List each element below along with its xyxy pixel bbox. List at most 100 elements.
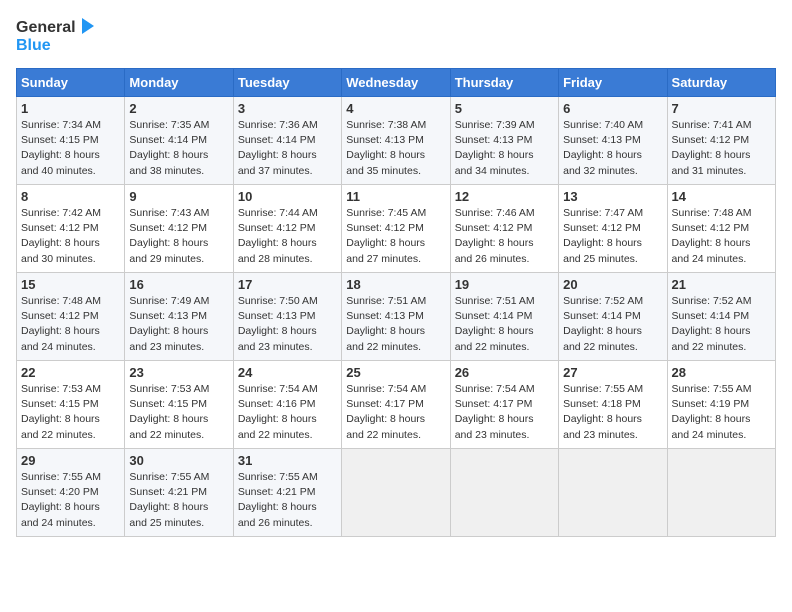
weekday-header: Wednesday	[342, 69, 450, 97]
calendar-cell: 22 Sunrise: 7:53 AMSunset: 4:15 PMDayligh…	[17, 361, 125, 449]
day-number: 3	[238, 101, 337, 116]
day-info: Sunrise: 7:52 AMSunset: 4:14 PMDaylight:…	[563, 294, 662, 355]
calendar-cell: 19 Sunrise: 7:51 AMSunset: 4:14 PMDayligh…	[450, 273, 558, 361]
calendar-cell: 2 Sunrise: 7:35 AMSunset: 4:14 PMDaylight…	[125, 97, 233, 185]
day-info: Sunrise: 7:55 AMSunset: 4:20 PMDaylight:…	[21, 470, 120, 531]
day-info: Sunrise: 7:53 AMSunset: 4:15 PMDaylight:…	[129, 382, 228, 443]
calendar-cell: 4 Sunrise: 7:38 AMSunset: 4:13 PMDaylight…	[342, 97, 450, 185]
calendar-week-row: 8 Sunrise: 7:42 AMSunset: 4:12 PMDaylight…	[17, 185, 776, 273]
day-info: Sunrise: 7:55 AMSunset: 4:18 PMDaylight:…	[563, 382, 662, 443]
calendar-cell: 6Sunrise: 7:40 AMSunset: 4:13 PMDaylight…	[559, 97, 667, 185]
day-info: Sunrise: 7:53 AMSunset: 4:15 PMDaylight:…	[21, 382, 120, 443]
day-info: Sunrise: 7:44 AMSunset: 4:12 PMDaylight:…	[238, 206, 337, 267]
calendar-cell: 5Sunrise: 7:39 AMSunset: 4:13 PMDaylight…	[450, 97, 558, 185]
day-number: 25	[346, 365, 445, 380]
day-info: Sunrise: 7:55 AMSunset: 4:21 PMDaylight:…	[129, 470, 228, 531]
calendar-cell: 28 Sunrise: 7:55 AMSunset: 4:19 PMDayligh…	[667, 361, 775, 449]
day-info: Sunrise: 7:55 AMSunset: 4:19 PMDaylight:…	[672, 382, 771, 443]
day-number: 31	[238, 453, 337, 468]
calendar-week-row: 29 Sunrise: 7:55 AMSunset: 4:20 PMDayligh…	[17, 449, 776, 537]
logo: GeneralBlue	[16, 16, 96, 56]
day-number: 29	[21, 453, 120, 468]
day-number: 4	[346, 101, 445, 116]
day-info: Sunrise: 7:47 AMSunset: 4:12 PMDaylight:…	[563, 206, 662, 267]
day-number: 23	[129, 365, 228, 380]
day-number: 22	[21, 365, 120, 380]
calendar-cell: 14 Sunrise: 7:48 AMSunset: 4:12 PMDayligh…	[667, 185, 775, 273]
calendar-header: SundayMondayTuesdayWednesdayThursdayFrid…	[17, 69, 776, 97]
day-info: Sunrise: 7:43 AMSunset: 4:12 PMDaylight:…	[129, 206, 228, 267]
day-info: Sunrise: 7:42 AMSunset: 4:12 PMDaylight:…	[21, 206, 120, 267]
calendar-week-row: 1 Sunrise: 7:34 AMSunset: 4:15 PMDaylight…	[17, 97, 776, 185]
calendar-body: 1 Sunrise: 7:34 AMSunset: 4:15 PMDaylight…	[17, 97, 776, 537]
day-number: 14	[672, 189, 771, 204]
day-info: Sunrise: 7:52 AMSunset: 4:14 PMDaylight:…	[672, 294, 771, 355]
calendar-cell: 13 Sunrise: 7:47 AMSunset: 4:12 PMDayligh…	[559, 185, 667, 273]
calendar-cell: 18 Sunrise: 7:51 AMSunset: 4:13 PMDayligh…	[342, 273, 450, 361]
day-info: Sunrise: 7:50 AMSunset: 4:13 PMDaylight:…	[238, 294, 337, 355]
day-number: 2	[129, 101, 228, 116]
day-info: Sunrise: 7:35 AMSunset: 4:14 PMDaylight:…	[129, 118, 228, 179]
day-info: Sunrise: 7:34 AMSunset: 4:15 PMDaylight:…	[21, 118, 120, 179]
day-info: Sunrise: 7:49 AMSunset: 4:13 PMDaylight:…	[129, 294, 228, 355]
day-number: 21	[672, 277, 771, 292]
page-header: GeneralBlue	[16, 16, 776, 56]
calendar-cell: 23 Sunrise: 7:53 AMSunset: 4:15 PMDayligh…	[125, 361, 233, 449]
calendar-cell: 16Sunrise: 7:49 AMSunset: 4:13 PMDayligh…	[125, 273, 233, 361]
calendar-week-row: 15Sunrise: 7:48 AMSunset: 4:12 PMDayligh…	[17, 273, 776, 361]
day-number: 6	[563, 101, 662, 116]
day-info: Sunrise: 7:38 AMSunset: 4:13 PMDaylight:…	[346, 118, 445, 179]
day-info: Sunrise: 7:41 AMSunset: 4:12 PMDaylight:…	[672, 118, 771, 179]
day-number: 28	[672, 365, 771, 380]
calendar-cell: 3 Sunrise: 7:36 AMSunset: 4:14 PMDaylight…	[233, 97, 341, 185]
day-number: 11	[346, 189, 445, 204]
weekday-header: Saturday	[667, 69, 775, 97]
calendar-cell: 12 Sunrise: 7:46 AMSunset: 4:12 PMDayligh…	[450, 185, 558, 273]
day-info: Sunrise: 7:54 AMSunset: 4:17 PMDaylight:…	[346, 382, 445, 443]
calendar-cell	[342, 449, 450, 537]
calendar-cell: 30Sunrise: 7:55 AMSunset: 4:21 PMDayligh…	[125, 449, 233, 537]
calendar-cell: 11 Sunrise: 7:45 AMSunset: 4:12 PMDayligh…	[342, 185, 450, 273]
day-info: Sunrise: 7:51 AMSunset: 4:14 PMDaylight:…	[455, 294, 554, 355]
day-number: 8	[21, 189, 120, 204]
svg-text:Blue: Blue	[16, 37, 51, 54]
day-info: Sunrise: 7:51 AMSunset: 4:13 PMDaylight:…	[346, 294, 445, 355]
day-number: 9	[129, 189, 228, 204]
day-info: Sunrise: 7:36 AMSunset: 4:14 PMDaylight:…	[238, 118, 337, 179]
calendar-cell	[450, 449, 558, 537]
weekday-header: Friday	[559, 69, 667, 97]
weekday-header: Tuesday	[233, 69, 341, 97]
day-info: Sunrise: 7:55 AMSunset: 4:21 PMDaylight:…	[238, 470, 337, 531]
calendar-cell: 10 Sunrise: 7:44 AMSunset: 4:12 PMDayligh…	[233, 185, 341, 273]
day-number: 24	[238, 365, 337, 380]
calendar-cell: 27 Sunrise: 7:55 AMSunset: 4:18 PMDayligh…	[559, 361, 667, 449]
day-info: Sunrise: 7:45 AMSunset: 4:12 PMDaylight:…	[346, 206, 445, 267]
day-info: Sunrise: 7:39 AMSunset: 4:13 PMDaylight:…	[455, 118, 554, 179]
day-number: 20	[563, 277, 662, 292]
day-info: Sunrise: 7:54 AMSunset: 4:17 PMDaylight:…	[455, 382, 554, 443]
calendar-cell: 17 Sunrise: 7:50 AMSunset: 4:13 PMDayligh…	[233, 273, 341, 361]
calendar-cell: 31 Sunrise: 7:55 AMSunset: 4:21 PMDayligh…	[233, 449, 341, 537]
calendar-week-row: 22 Sunrise: 7:53 AMSunset: 4:15 PMDayligh…	[17, 361, 776, 449]
day-info: Sunrise: 7:54 AMSunset: 4:16 PMDaylight:…	[238, 382, 337, 443]
day-number: 17	[238, 277, 337, 292]
calendar-cell	[667, 449, 775, 537]
day-number: 18	[346, 277, 445, 292]
calendar-cell: 9 Sunrise: 7:43 AMSunset: 4:12 PMDaylight…	[125, 185, 233, 273]
day-number: 7	[672, 101, 771, 116]
day-info: Sunrise: 7:48 AMSunset: 4:12 PMDaylight:…	[21, 294, 120, 355]
day-number: 10	[238, 189, 337, 204]
calendar-cell: 20 Sunrise: 7:52 AMSunset: 4:14 PMDayligh…	[559, 273, 667, 361]
day-info: Sunrise: 7:46 AMSunset: 4:12 PMDaylight:…	[455, 206, 554, 267]
weekday-header-row: SundayMondayTuesdayWednesdayThursdayFrid…	[17, 69, 776, 97]
day-number: 12	[455, 189, 554, 204]
svg-text:General: General	[16, 19, 76, 36]
day-number: 27	[563, 365, 662, 380]
day-info: Sunrise: 7:48 AMSunset: 4:12 PMDaylight:…	[672, 206, 771, 267]
day-number: 19	[455, 277, 554, 292]
weekday-header: Sunday	[17, 69, 125, 97]
calendar-table: SundayMondayTuesdayWednesdayThursdayFrid…	[16, 68, 776, 537]
day-number: 1	[21, 101, 120, 116]
weekday-header: Thursday	[450, 69, 558, 97]
day-number: 13	[563, 189, 662, 204]
